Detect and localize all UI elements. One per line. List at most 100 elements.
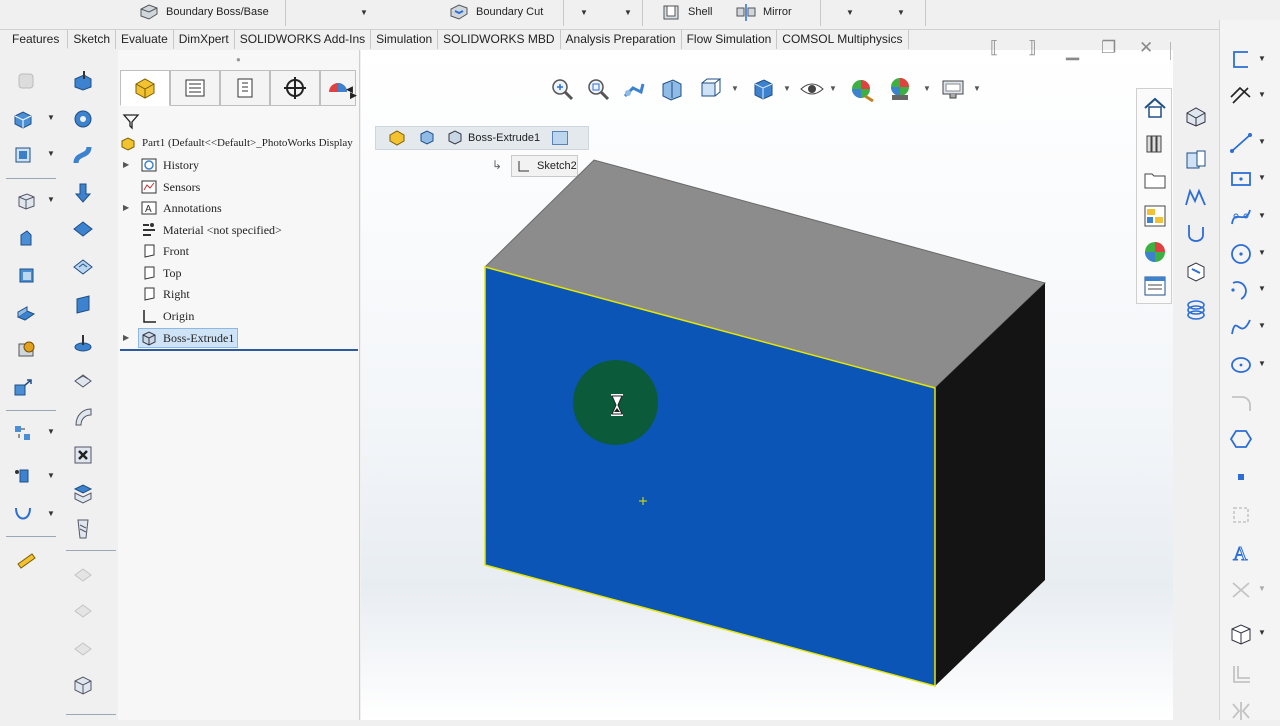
tab-featuremanager[interactable] — [120, 70, 170, 106]
filter-icon[interactable] — [122, 112, 140, 133]
corner-rectangle-icon[interactable] — [1226, 45, 1256, 75]
tab-propertymanager[interactable] — [170, 70, 220, 106]
swept-cut-icon[interactable] — [70, 366, 96, 392]
tab-simulation[interactable]: Simulation — [371, 30, 439, 49]
trim-entities-disabled-icon[interactable] — [1226, 575, 1256, 605]
circle-icon[interactable] — [1226, 239, 1256, 269]
lofted-cut-icon[interactable] — [70, 404, 96, 430]
extruded-cut-icon[interactable] — [70, 254, 96, 280]
boundary-cut-button[interactable]: Boundary Cut — [448, 0, 543, 24]
boundary-boss-base-button[interactable]: Boundary Boss/Base — [138, 0, 269, 24]
tab-flow-simulation[interactable]: Flow Simulation — [681, 30, 778, 49]
offset-entities-disabled-icon[interactable] — [1226, 660, 1256, 690]
swept-icon[interactable] — [70, 142, 96, 168]
draft-icon[interactable] — [70, 516, 96, 542]
custom-properties-icon[interactable] — [1140, 271, 1170, 301]
swept-boss-icon[interactable] — [13, 262, 39, 288]
polygon-icon[interactable] — [1226, 424, 1256, 454]
extrude-disabled-icon[interactable] — [13, 68, 39, 94]
curve-icon[interactable] — [1226, 312, 1256, 342]
instant3d-icon[interactable] — [10, 420, 36, 446]
tree-item-sensors[interactable]: Sensors — [141, 177, 200, 197]
arc-icon[interactable] — [1226, 275, 1256, 305]
model-box[interactable] — [361, 50, 1173, 720]
tree-item-history[interactable]: History — [141, 155, 199, 175]
measure-icon[interactable] — [13, 548, 39, 574]
tree-item-right-plane[interactable]: Right — [141, 284, 190, 304]
home-icon[interactable] — [1140, 93, 1170, 123]
tab-dimxpert[interactable]: DimXpert — [173, 30, 235, 49]
tab-dimxpertmanager[interactable] — [270, 70, 320, 106]
design-library-icon[interactable] — [1140, 129, 1170, 159]
tree-item-origin[interactable]: Origin — [141, 306, 194, 326]
boss-extrude-icon[interactable] — [13, 188, 39, 214]
tree-item-annotations[interactable]: A Annotations — [141, 198, 222, 218]
tree-root-part[interactable]: Part1 (Default<<Default>_PhotoWorks Disp… — [120, 133, 353, 153]
expand-arrow-icon[interactable]: ▶ — [123, 160, 129, 169]
tab-comsol-multiphysics[interactable]: COMSOL Multiphysics — [777, 30, 909, 49]
rotate-disabled-icon[interactable] — [70, 598, 96, 624]
tab-sketch[interactable]: Sketch — [68, 30, 117, 49]
expand-arrow-icon[interactable]: ▶ — [123, 203, 129, 212]
line-icon[interactable] — [1226, 128, 1256, 158]
tab-solidworks-mbd[interactable]: SOLIDWORKS MBD — [438, 30, 561, 49]
chevron-down-icon[interactable]: ▼ — [897, 8, 905, 17]
tab-features[interactable]: Features — [0, 30, 69, 49]
revolve-icon[interactable] — [13, 225, 39, 251]
revolved-boss-icon[interactable] — [70, 106, 96, 132]
helix-icon[interactable] — [1181, 219, 1211, 249]
tree-item-top-plane[interactable]: Top — [141, 263, 182, 283]
3d-sketch-icon[interactable] — [1181, 101, 1211, 131]
convert-entities-icon[interactable] — [1226, 619, 1256, 649]
shell-button[interactable]: Shell — [660, 0, 712, 24]
sketch-on-face-icon[interactable] — [1181, 145, 1211, 175]
boundary-icon[interactable] — [70, 216, 96, 242]
smart-dimension-icon[interactable] — [1226, 81, 1256, 111]
chevron-down-icon[interactable]: ▼ — [580, 8, 588, 17]
sketch-path-icon[interactable] — [1181, 183, 1211, 213]
reference-geometry-icon[interactable] — [10, 106, 36, 132]
tab-analysis-preparation[interactable]: Analysis Preparation — [560, 30, 682, 49]
revolved-cut-icon[interactable] — [70, 330, 96, 356]
file-explorer-icon[interactable] — [1140, 165, 1170, 195]
rectangle-icon[interactable] — [1226, 164, 1256, 194]
mirror-button[interactable]: Mirror — [735, 0, 792, 24]
chevron-down-icon[interactable]: ▼ — [360, 8, 368, 17]
ellipse-icon[interactable] — [1226, 350, 1256, 380]
tab-evaluate[interactable]: Evaluate — [116, 30, 174, 49]
chevron-right-icon[interactable]: ▶ — [350, 90, 357, 101]
curves-icon[interactable] — [10, 142, 36, 168]
curve-through-points-icon[interactable] — [10, 500, 36, 526]
split-line-icon[interactable] — [1181, 257, 1211, 287]
copy-disabled-icon[interactable] — [70, 636, 96, 662]
extruded-boss-icon[interactable] — [70, 68, 96, 94]
chevron-down-icon[interactable]: ▼ — [624, 8, 632, 17]
lofted-boss-icon[interactable] — [13, 300, 39, 326]
rib-icon[interactable] — [70, 480, 96, 506]
tree-item-boss-extrude1[interactable]: Boss-Extrude1 — [138, 328, 239, 348]
fillet-sketch-disabled-icon[interactable] — [1226, 387, 1256, 417]
hole-wizard-icon[interactable] — [70, 292, 96, 318]
lofted-icon[interactable] — [70, 180, 96, 206]
rollback-bar[interactable] — [120, 349, 358, 351]
boundary-cut-icon[interactable] — [70, 442, 96, 468]
spline-icon[interactable] — [1226, 202, 1256, 232]
fillet-icon[interactable] — [13, 336, 39, 362]
point-icon[interactable] — [1226, 462, 1256, 492]
panel-grip-icon[interactable]: ● — [236, 55, 241, 64]
sketch-point-icon[interactable] — [10, 462, 36, 488]
view-palette-icon[interactable] — [1140, 201, 1170, 231]
linear-pattern-icon[interactable] — [10, 374, 36, 400]
expand-arrow-icon[interactable]: ▶ — [123, 333, 129, 342]
centerline-disabled-icon[interactable] — [1226, 500, 1256, 530]
appearances-scenes-icon[interactable] — [1140, 237, 1170, 267]
mirror-entities-disabled-icon[interactable] — [1226, 696, 1256, 726]
spiral-icon[interactable] — [1181, 295, 1211, 325]
tab-configurationmanager[interactable] — [220, 70, 270, 106]
move-disabled-icon[interactable] — [70, 562, 96, 588]
chevron-down-icon[interactable]: ▼ — [846, 8, 854, 17]
tree-item-material[interactable]: Material <not specified> — [141, 220, 282, 240]
text-icon[interactable]: A — [1226, 537, 1256, 567]
tab-solidworks-add-ins[interactable]: SOLIDWORKS Add-Ins — [234, 30, 372, 49]
tree-item-front-plane[interactable]: Front — [141, 241, 189, 261]
